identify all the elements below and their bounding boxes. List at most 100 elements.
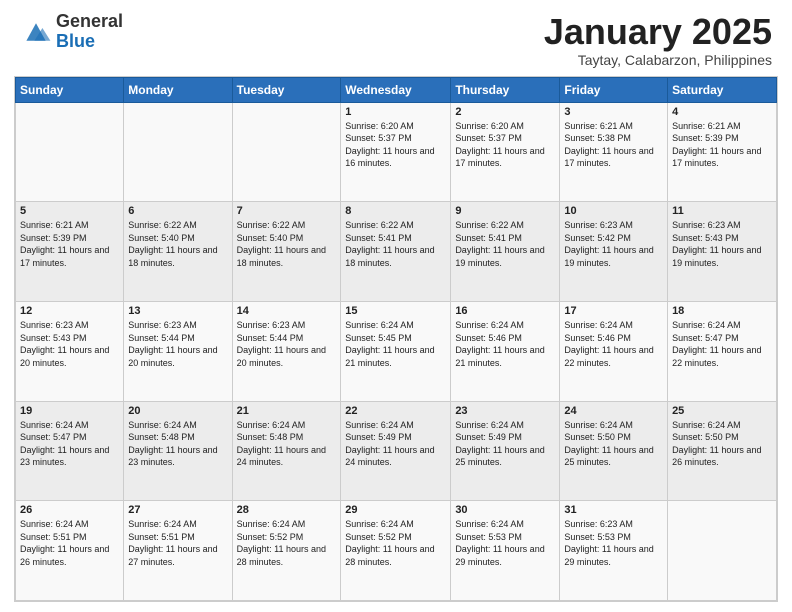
day-info: Sunrise: 6:24 AM Sunset: 5:46 PM Dayligh…	[564, 319, 663, 369]
calendar-cell: 25Sunrise: 6:24 AM Sunset: 5:50 PM Dayli…	[668, 401, 777, 501]
weekday-header-cell: Tuesday	[232, 77, 341, 102]
calendar-cell: 27 Sunrise: 6:24 AM Sunset: 5:51 PM Dayli…	[124, 501, 232, 601]
day-number: 22	[345, 405, 446, 417]
day-number: 26	[20, 504, 119, 516]
calendar-cell: 7 Sunrise: 6:22 AM Sunset: 5:40 PM Daylig…	[232, 202, 341, 302]
day-number: 9	[455, 205, 555, 217]
day-number: 15	[345, 305, 446, 317]
day-info: Sunrise: 6:23 AM Sunset: 5:43 PM Dayligh…	[672, 219, 772, 269]
calendar-cell	[16, 102, 124, 202]
calendar-cell: 24Sunrise: 6:24 AM Sunset: 5:50 PM Dayli…	[560, 401, 668, 501]
logo-icon	[20, 18, 52, 46]
calendar-title: January 2025	[544, 12, 772, 52]
calendar-week-row: 12 Sunrise: 6:23 AM Sunset: 5:43 PM Dayli…	[16, 301, 777, 401]
day-info: Sunrise: 6:24 AM Sunset: 5:52 PM Dayligh…	[345, 518, 446, 568]
calendar-cell: 3 Sunrise: 6:21 AM Sunset: 5:38 PM Daylig…	[560, 102, 668, 202]
logo-text: General Blue	[56, 12, 123, 52]
calendar-week-row: 19Sunrise: 6:24 AM Sunset: 5:47 PM Dayli…	[16, 401, 777, 501]
day-number: 7	[237, 205, 337, 217]
calendar-cell: 11Sunrise: 6:23 AM Sunset: 5:43 PM Dayli…	[668, 202, 777, 302]
day-info: Sunrise: 6:22 AM Sunset: 5:41 PM Dayligh…	[455, 219, 555, 269]
day-info: Sunrise: 6:21 AM Sunset: 5:39 PM Dayligh…	[672, 120, 772, 170]
day-info: Sunrise: 6:24 AM Sunset: 5:47 PM Dayligh…	[672, 319, 772, 369]
day-number: 20	[128, 405, 227, 417]
day-number: 18	[672, 305, 772, 317]
page: General Blue January 2025 Taytay, Calaba…	[0, 0, 792, 612]
calendar-cell: 15 Sunrise: 6:24 AM Sunset: 5:45 PM Dayli…	[341, 301, 451, 401]
calendar-cell: 21 Sunrise: 6:24 AM Sunset: 5:48 PM Dayli…	[232, 401, 341, 501]
calendar-cell: 22 Sunrise: 6:24 AM Sunset: 5:49 PM Dayli…	[341, 401, 451, 501]
calendar-cell: 9 Sunrise: 6:22 AM Sunset: 5:41 PM Daylig…	[451, 202, 560, 302]
day-info: Sunrise: 6:21 AM Sunset: 5:39 PM Dayligh…	[20, 219, 119, 269]
header: General Blue January 2025 Taytay, Calaba…	[0, 0, 792, 76]
calendar-cell: 17 Sunrise: 6:24 AM Sunset: 5:46 PM Dayli…	[560, 301, 668, 401]
day-info: Sunrise: 6:24 AM Sunset: 5:45 PM Dayligh…	[345, 319, 446, 369]
day-number: 6	[128, 205, 227, 217]
day-info: Sunrise: 6:23 AM Sunset: 5:43 PM Dayligh…	[20, 319, 119, 369]
day-info: Sunrise: 6:24 AM Sunset: 5:48 PM Dayligh…	[128, 419, 227, 469]
day-info: Sunrise: 6:21 AM Sunset: 5:38 PM Dayligh…	[564, 120, 663, 170]
calendar-cell: 4 Sunrise: 6:21 AM Sunset: 5:39 PM Daylig…	[668, 102, 777, 202]
weekday-header-row: SundayMondayTuesdayWednesdayThursdayFrid…	[16, 77, 777, 102]
day-number: 25	[672, 405, 772, 417]
calendar-cell: 31Sunrise: 6:23 AM Sunset: 5:53 PM Dayli…	[560, 501, 668, 601]
day-info: Sunrise: 6:20 AM Sunset: 5:37 PM Dayligh…	[455, 120, 555, 170]
calendar-table: SundayMondayTuesdayWednesdayThursdayFrid…	[15, 77, 777, 601]
calendar-cell	[668, 501, 777, 601]
day-number: 14	[237, 305, 337, 317]
calendar-cell: 28 Sunrise: 6:24 AM Sunset: 5:52 PM Dayli…	[232, 501, 341, 601]
calendar-cell: 14 Sunrise: 6:23 AM Sunset: 5:44 PM Dayli…	[232, 301, 341, 401]
day-info: Sunrise: 6:22 AM Sunset: 5:40 PM Dayligh…	[128, 219, 227, 269]
calendar-week-row: 26 Sunrise: 6:24 AM Sunset: 5:51 PM Dayli…	[16, 501, 777, 601]
calendar-cell: 26 Sunrise: 6:24 AM Sunset: 5:51 PM Dayli…	[16, 501, 124, 601]
day-number: 23	[455, 405, 555, 417]
day-number: 19	[20, 405, 119, 417]
calendar-cell: 19Sunrise: 6:24 AM Sunset: 5:47 PM Dayli…	[16, 401, 124, 501]
day-number: 5	[20, 205, 119, 217]
day-number: 30	[455, 504, 555, 516]
day-info: Sunrise: 6:24 AM Sunset: 5:50 PM Dayligh…	[564, 419, 663, 469]
title-block: January 2025 Taytay, Calabarzon, Philipp…	[544, 12, 772, 68]
weekday-header-cell: Thursday	[451, 77, 560, 102]
day-number: 17	[564, 305, 663, 317]
calendar-cell: 29 Sunrise: 6:24 AM Sunset: 5:52 PM Dayli…	[341, 501, 451, 601]
day-number: 3	[564, 106, 663, 118]
calendar-cell: 13Sunrise: 6:23 AM Sunset: 5:44 PM Dayli…	[124, 301, 232, 401]
day-number: 12	[20, 305, 119, 317]
day-number: 1	[345, 106, 446, 118]
logo-blue: Blue	[56, 32, 123, 52]
day-number: 27	[128, 504, 227, 516]
day-info: Sunrise: 6:24 AM Sunset: 5:48 PM Dayligh…	[237, 419, 337, 469]
calendar-cell: 20 Sunrise: 6:24 AM Sunset: 5:48 PM Dayli…	[124, 401, 232, 501]
calendar-cell: 1 Sunrise: 6:20 AM Sunset: 5:37 PM Daylig…	[341, 102, 451, 202]
day-info: Sunrise: 6:24 AM Sunset: 5:52 PM Dayligh…	[237, 518, 337, 568]
day-info: Sunrise: 6:20 AM Sunset: 5:37 PM Dayligh…	[345, 120, 446, 170]
day-info: Sunrise: 6:24 AM Sunset: 5:49 PM Dayligh…	[455, 419, 555, 469]
day-number: 8	[345, 205, 446, 217]
day-info: Sunrise: 6:24 AM Sunset: 5:49 PM Dayligh…	[345, 419, 446, 469]
day-info: Sunrise: 6:24 AM Sunset: 5:51 PM Dayligh…	[20, 518, 119, 568]
calendar-cell: 23 Sunrise: 6:24 AM Sunset: 5:49 PM Dayli…	[451, 401, 560, 501]
weekday-header-cell: Monday	[124, 77, 232, 102]
calendar-cell	[232, 102, 341, 202]
calendar-header: SundayMondayTuesdayWednesdayThursdayFrid…	[16, 77, 777, 102]
day-info: Sunrise: 6:22 AM Sunset: 5:40 PM Dayligh…	[237, 219, 337, 269]
day-info: Sunrise: 6:23 AM Sunset: 5:44 PM Dayligh…	[237, 319, 337, 369]
day-number: 29	[345, 504, 446, 516]
calendar-cell: 18 Sunrise: 6:24 AM Sunset: 5:47 PM Dayli…	[668, 301, 777, 401]
weekday-header-cell: Friday	[560, 77, 668, 102]
day-info: Sunrise: 6:23 AM Sunset: 5:42 PM Dayligh…	[564, 219, 663, 269]
day-number: 28	[237, 504, 337, 516]
day-info: Sunrise: 6:24 AM Sunset: 5:46 PM Dayligh…	[455, 319, 555, 369]
weekday-header-cell: Saturday	[668, 77, 777, 102]
day-number: 21	[237, 405, 337, 417]
day-info: Sunrise: 6:24 AM Sunset: 5:51 PM Dayligh…	[128, 518, 227, 568]
day-number: 4	[672, 106, 772, 118]
day-number: 2	[455, 106, 555, 118]
calendar-cell: 12 Sunrise: 6:23 AM Sunset: 5:43 PM Dayli…	[16, 301, 124, 401]
calendar-week-row: 5 Sunrise: 6:21 AM Sunset: 5:39 PM Daylig…	[16, 202, 777, 302]
day-info: Sunrise: 6:23 AM Sunset: 5:44 PM Dayligh…	[128, 319, 227, 369]
weekday-header-cell: Wednesday	[341, 77, 451, 102]
logo-general: General	[56, 12, 123, 32]
day-number: 10	[564, 205, 663, 217]
